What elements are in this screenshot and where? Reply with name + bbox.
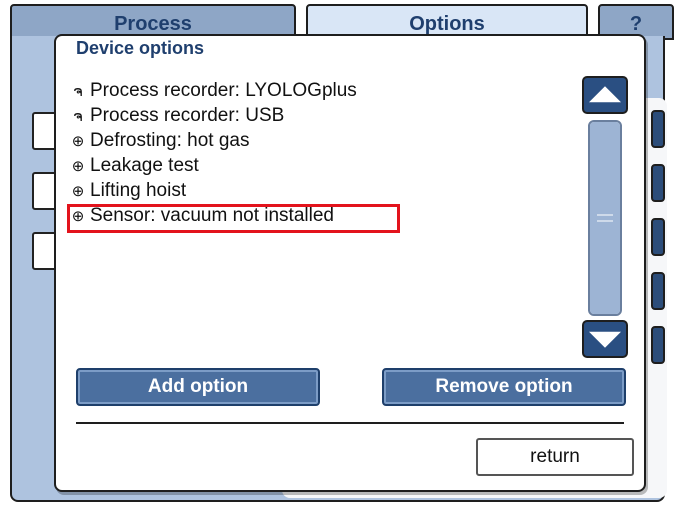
circle-plus-icon: ⊕	[71, 133, 85, 150]
circle-plus-icon: ⊕	[71, 183, 85, 200]
divider	[76, 422, 624, 424]
option-list: ຈ Process recorder: LYOLOGplus ຈ Process r…	[67, 78, 560, 233]
background-button	[651, 218, 665, 256]
option-label: Leakage test	[90, 155, 199, 176]
return-button[interactable]: return	[476, 438, 634, 476]
option-label: Lifting hoist	[90, 180, 187, 201]
add-option-button[interactable]: Add option	[76, 368, 320, 406]
grip-icon	[597, 214, 613, 222]
list-item[interactable]: ຈ Process recorder: USB	[70, 103, 560, 128]
option-label: Defrosting: hot gas	[90, 130, 250, 151]
list-item[interactable]: ຈ Process recorder: LYOLOGplus	[70, 78, 560, 103]
list-item[interactable]: ⊕ Lifting hoist	[70, 178, 560, 203]
scroll-track[interactable]	[588, 120, 622, 316]
option-label: Sensor: vacuum not installed	[90, 205, 334, 226]
scroll-up-button[interactable]	[582, 76, 628, 114]
dialog-title: Device options	[76, 38, 205, 58]
lock-icon: ຈ	[73, 108, 83, 125]
background-button	[651, 326, 665, 364]
option-label: Process recorder: LYOLOGplus	[90, 80, 357, 101]
scroll-down-button[interactable]	[582, 320, 628, 358]
scrollbar[interactable]	[582, 72, 630, 358]
background-button	[651, 164, 665, 202]
device-options-dialog: Device options ຈ Process recorder: LYOLOG…	[54, 34, 646, 492]
arrow-up-icon	[589, 86, 621, 103]
list-item-selected[interactable]: ⊕ Sensor: vacuum not installed	[67, 203, 560, 233]
circle-plus-icon: ⊕	[71, 208, 85, 225]
background-button	[651, 272, 665, 310]
circle-plus-icon: ⊕	[71, 158, 85, 175]
lock-icon: ຈ	[73, 83, 83, 100]
list-item[interactable]: ⊕ Leakage test	[70, 153, 560, 178]
background-button	[651, 110, 665, 148]
remove-option-button[interactable]: Remove option	[382, 368, 626, 406]
arrow-down-icon	[589, 331, 621, 348]
scroll-thumb[interactable]	[590, 122, 620, 314]
list-item[interactable]: ⊕ Defrosting: hot gas	[70, 128, 560, 153]
option-label: Process recorder: USB	[90, 105, 285, 126]
